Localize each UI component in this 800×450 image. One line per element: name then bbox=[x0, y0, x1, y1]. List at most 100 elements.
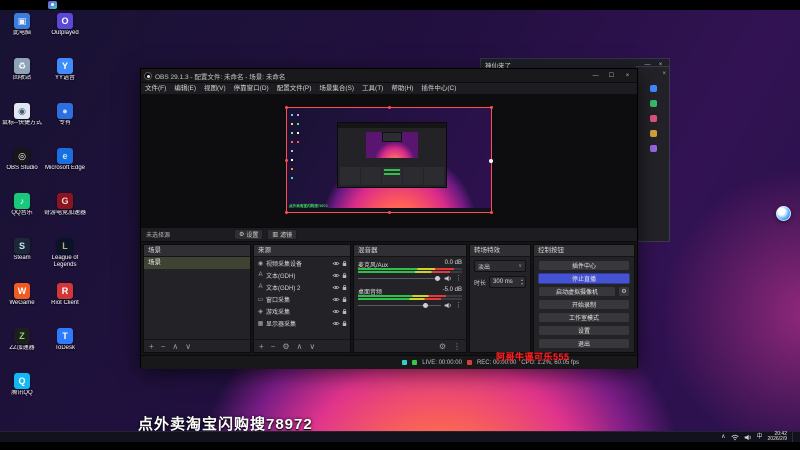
source-list-item[interactable]: ▭ 窗口采集 bbox=[254, 293, 350, 305]
source-filters-button[interactable]: ▥ 滤镜 bbox=[267, 229, 298, 240]
close-icon[interactable]: × bbox=[662, 71, 666, 77]
floating-assistant-button[interactable] bbox=[776, 206, 791, 221]
show-desktop-button[interactable] bbox=[792, 432, 795, 442]
source-list-item[interactable]: ◈ 游戏采集 bbox=[254, 305, 350, 317]
visibility-eye-icon[interactable] bbox=[332, 261, 340, 266]
volume-slider[interactable] bbox=[358, 274, 441, 282]
control-button[interactable]: 启动虚拟摄像机 bbox=[538, 286, 616, 297]
add-source-icon[interactable]: + bbox=[259, 342, 264, 351]
preview-canvas[interactable]: 点外卖淘宝闪购搜78972 bbox=[141, 95, 637, 227]
resize-handle[interactable] bbox=[489, 158, 493, 163]
obs-titlebar[interactable]: OBS 29.1.3 - 配置文件: 未命名 - 场景: 未命名 — ☐ × bbox=[141, 69, 637, 83]
remove-scene-icon[interactable]: − bbox=[161, 342, 166, 351]
transition-select[interactable]: 淡出 ∨ bbox=[474, 260, 526, 272]
maximize-button[interactable]: ☐ bbox=[605, 72, 618, 79]
speaker-icon[interactable] bbox=[444, 275, 452, 282]
panel-app-icon[interactable] bbox=[649, 145, 657, 152]
menu-item[interactable]: 配置文件(P) bbox=[273, 83, 316, 94]
desktop-icon[interactable]: e Microsoft Edge bbox=[44, 148, 86, 183]
control-button[interactable]: 工作室模式 bbox=[538, 312, 630, 323]
source-list-item[interactable]: A 文本(GDH) 2 bbox=[254, 281, 350, 293]
scene-down-icon[interactable]: ∨ bbox=[185, 342, 191, 351]
mixer-dock-title[interactable]: 混音器 bbox=[354, 245, 466, 257]
desktop-icon[interactable]: ◎ OBS Studio bbox=[1, 148, 43, 183]
source-list-item[interactable]: ◉ 视频采集设备 bbox=[254, 257, 350, 269]
desktop-icon[interactable]: ♪ QQ音乐 bbox=[1, 193, 43, 228]
lock-icon[interactable] bbox=[342, 308, 347, 315]
language-indicator[interactable]: 中 bbox=[757, 432, 763, 443]
scene-list-item[interactable]: 场景 bbox=[144, 257, 250, 269]
panel-app-icon[interactable] bbox=[649, 85, 657, 92]
control-button[interactable]: 设置 bbox=[538, 325, 630, 336]
source-list-item[interactable]: A 文本(GDH) bbox=[254, 269, 350, 281]
menu-item[interactable]: 编辑(E) bbox=[170, 83, 200, 94]
source-list-item[interactable]: ▦ 显示器采集 bbox=[254, 317, 350, 329]
sources-dock-title[interactable]: 来源 bbox=[254, 245, 350, 257]
panel-app-icon[interactable] bbox=[649, 130, 657, 137]
hidden-icons-chevron[interactable]: ∧ bbox=[721, 432, 725, 443]
channel-options-icon[interactable]: ⋮ bbox=[455, 275, 462, 282]
source-up-icon[interactable]: ∧ bbox=[297, 342, 303, 351]
desktop-icon[interactable]: O Outplayed bbox=[44, 13, 86, 48]
desktop-icon[interactable]: Y YY语音 bbox=[44, 58, 86, 93]
desktop-icon[interactable]: ▣ 此电脑 bbox=[1, 13, 43, 48]
resize-handle[interactable] bbox=[285, 211, 288, 214]
menu-item[interactable]: 场景集合(S) bbox=[315, 83, 358, 94]
control-button[interactable]: 退出 bbox=[538, 338, 630, 349]
visibility-eye-icon[interactable] bbox=[332, 309, 340, 314]
resize-handle[interactable] bbox=[490, 211, 493, 214]
desktop-icon[interactable]: Q 腾讯QQ bbox=[1, 373, 43, 408]
captured-screen-source[interactable]: 点外卖淘宝闪购搜78972 bbox=[285, 106, 493, 214]
volume-slider[interactable] bbox=[358, 301, 441, 309]
menu-item[interactable]: 工具(T) bbox=[358, 83, 387, 94]
control-button[interactable]: 插件中心 bbox=[538, 260, 630, 271]
desktop-icon[interactable]: G 奇游电竞加速器 bbox=[44, 193, 86, 228]
lock-icon[interactable] bbox=[342, 272, 347, 279]
menu-item[interactable]: 视图(V) bbox=[200, 83, 230, 94]
remove-source-icon[interactable]: − bbox=[271, 342, 276, 351]
desktop-icon[interactable]: ● 专有 bbox=[44, 103, 86, 138]
add-scene-icon[interactable]: + bbox=[149, 342, 154, 351]
transition-duration-input[interactable]: 300 ms ▴ ▾ bbox=[489, 276, 526, 288]
menu-item[interactable]: 停靠窗口(D) bbox=[230, 83, 273, 94]
speaker-icon[interactable] bbox=[444, 302, 452, 309]
minimize-button[interactable]: — bbox=[589, 73, 602, 79]
clock[interactable]: 20:42 2026/2/9 bbox=[768, 431, 787, 443]
virtual-camera-settings-icon[interactable]: ⚙ bbox=[618, 286, 630, 297]
panel-app-icon[interactable] bbox=[649, 100, 657, 107]
lock-icon[interactable] bbox=[342, 296, 347, 303]
source-properties-icon[interactable]: ⚙ bbox=[282, 342, 289, 351]
visibility-eye-icon[interactable] bbox=[332, 321, 340, 326]
control-button[interactable]: 停止直播 bbox=[538, 273, 630, 284]
desktop-icon[interactable]: ♻ 回收站 bbox=[1, 58, 43, 93]
menu-item[interactable]: 帮助(H) bbox=[387, 83, 417, 94]
desktop-icon[interactable]: L League of Legends bbox=[44, 238, 86, 273]
desktop-icon[interactable]: T ToDesk bbox=[44, 328, 86, 363]
visibility-eye-icon[interactable] bbox=[332, 285, 340, 290]
lock-icon[interactable] bbox=[342, 284, 347, 291]
desktop-icon[interactable]: W WeGame bbox=[1, 283, 43, 318]
lock-icon[interactable] bbox=[342, 320, 347, 327]
menu-item[interactable]: 文件(F) bbox=[141, 83, 170, 94]
resize-handle[interactable] bbox=[285, 106, 288, 109]
resize-handle[interactable] bbox=[285, 158, 288, 162]
scene-up-icon[interactable]: ∧ bbox=[172, 342, 178, 351]
channel-options-icon[interactable]: ⋮ bbox=[455, 302, 462, 309]
resize-handle[interactable] bbox=[387, 211, 391, 214]
source-properties-button[interactable]: ⚙ 设置 bbox=[234, 229, 264, 240]
menu-item[interactable]: 插件中心(C) bbox=[417, 83, 460, 94]
resize-handle[interactable] bbox=[387, 106, 391, 109]
resize-handle[interactable] bbox=[490, 106, 493, 109]
controls-dock-title[interactable]: 控制按钮 bbox=[534, 245, 634, 257]
close-button[interactable]: × bbox=[621, 73, 634, 79]
source-down-icon[interactable]: ∨ bbox=[309, 342, 315, 351]
control-button[interactable]: 开始录制 bbox=[538, 299, 630, 310]
spinner-arrows-icon[interactable]: ▴ ▾ bbox=[521, 278, 523, 286]
mixer-settings-icon[interactable]: ⚙ bbox=[439, 342, 446, 351]
desktop-icon[interactable]: S Steam bbox=[1, 238, 43, 273]
scenes-dock-title[interactable]: 场景 bbox=[144, 245, 250, 257]
panel-app-icon[interactable] bbox=[649, 115, 657, 122]
desktop-icon[interactable]: Z ZZ加速器 bbox=[1, 328, 43, 363]
desktop-icon[interactable]: ◉ 鼠标--快捷方式 bbox=[1, 103, 43, 138]
visibility-eye-icon[interactable] bbox=[332, 297, 340, 302]
